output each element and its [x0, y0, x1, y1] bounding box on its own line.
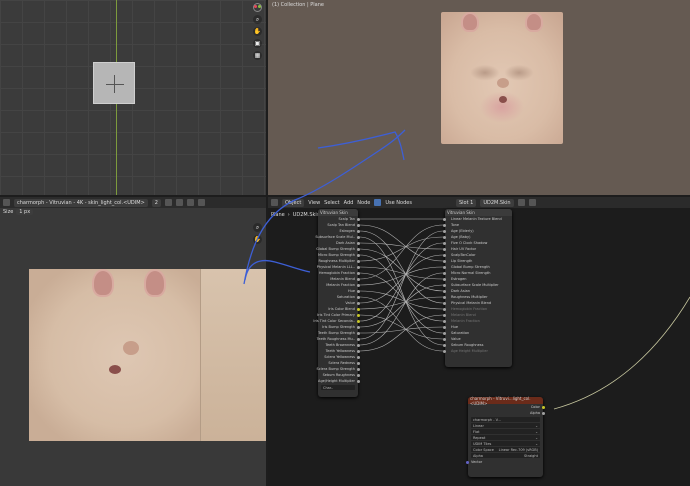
annotation-strokes	[243, 129, 406, 285]
